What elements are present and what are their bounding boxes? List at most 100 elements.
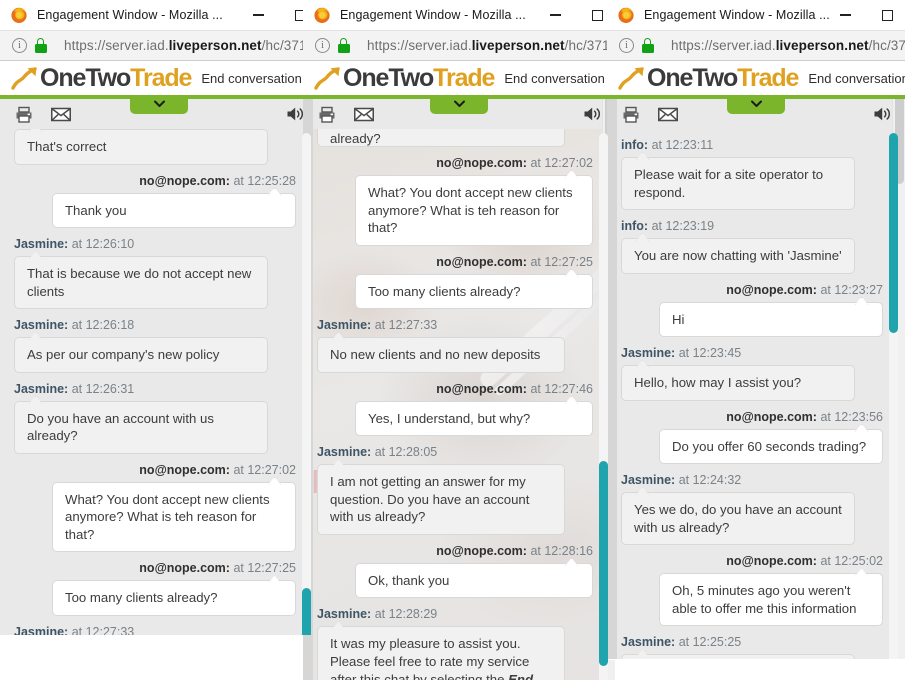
collapse-header-tab[interactable] [727, 99, 785, 114]
browser-window-right[interactable]: Engagement Window - Mozilla ... i https:… [607, 0, 905, 660]
chat-transcript-scroll[interactable]: info: at 12:23:11 Please wait for a site … [607, 129, 905, 659]
message-sender: no@nope.com: [436, 543, 527, 558]
liveperson-chat-app: OneTwoTrade End conversation [607, 61, 905, 659]
print-icon[interactable] [621, 104, 641, 124]
maximize-button[interactable] [877, 0, 897, 30]
sound-icon[interactable] [583, 104, 603, 124]
message-sender: Jasmine: [621, 635, 676, 650]
message-sender: Jasmine: [317, 445, 372, 460]
message-meta: no@nope.com: at 12:28:16 [317, 544, 593, 559]
site-identity[interactable]: i [309, 38, 358, 53]
url-input[interactable]: https://server.iad.liveperson.net/hc/371… [64, 38, 314, 53]
chat-bubble-visitor: Thank you [52, 192, 296, 229]
message-sender: Jasmine: [14, 318, 69, 333]
screenshot-root: Engagement Window - Mozilla ... i https:… [0, 0, 905, 681]
window-controls[interactable] [545, 0, 607, 30]
email-icon[interactable] [658, 104, 678, 124]
message-time: at 12:25:02 [820, 554, 883, 569]
end-conversation-button[interactable]: End conversation [504, 71, 604, 86]
minimize-button[interactable] [248, 0, 268, 30]
message-sender: no@nope.com: [436, 381, 527, 396]
browser-url-bar[interactable]: i https://server.iad.liveperson.net/hc/3… [0, 30, 318, 61]
message-meta: no@nope.com: at 12:23:56 [621, 410, 883, 425]
print-icon[interactable] [317, 104, 337, 124]
page-info-icon[interactable]: i [315, 38, 330, 53]
browser-window-left[interactable]: Engagement Window - Mozilla ... i https:… [0, 0, 318, 636]
url-prefix: https://server.iad. [671, 38, 776, 53]
message-meta: Jasmine: at 12:28:29 [317, 607, 593, 622]
minimize-button[interactable] [545, 0, 565, 30]
chat-scrollbar-track[interactable] [599, 133, 608, 680]
message-meta: Jasmine: at 12:26:18 [14, 318, 296, 333]
chat-scrollbar-thumb[interactable] [302, 588, 311, 635]
message-time: at 12:23:11 [651, 138, 714, 152]
window-titlebar[interactable]: Engagement Window - Mozilla ... [0, 0, 318, 30]
liveperson-chat-app: OneTwoTrade End conversation [0, 61, 318, 635]
url-input[interactable]: https://server.iad.liveperson.net/hc/371… [671, 38, 905, 53]
site-identity[interactable]: i [6, 38, 55, 53]
message-meta: info: at 12:23:11 [621, 138, 883, 153]
message-meta: no@nope.com: at 12:27:02 [14, 463, 296, 478]
end-conversation-button[interactable]: End conversation [201, 71, 301, 86]
message-sender: Jasmine: [621, 473, 676, 488]
message-time: at 12:26:10 [71, 237, 135, 252]
chat-scrollbar-thumb[interactable] [889, 133, 898, 333]
message-sender: no@nope.com: [139, 561, 230, 576]
end-conversation-button[interactable]: End conversation [808, 71, 905, 86]
brand-name: OneTwoTrade [343, 65, 495, 91]
message-sender: Jasmine: [317, 607, 372, 622]
message-time: at 12:25:25 [678, 635, 742, 650]
window-controls[interactable] [835, 0, 897, 30]
email-icon[interactable] [354, 104, 374, 124]
chat-message-list: That's correct no@nope.com: at 12:25:28 Th… [14, 129, 296, 635]
chat-message-list: already? no@nope.com: at 12:27:02 What? Yo… [317, 129, 593, 680]
chat-bubble-visitor: Too many clients already? [52, 580, 296, 617]
minimize-button[interactable] [835, 0, 855, 30]
print-icon[interactable] [14, 104, 34, 124]
chat-scrollbar-thumb[interactable] [599, 461, 608, 666]
brand-name-part2: Trade [130, 63, 192, 92]
message-time: at 12:26:18 [71, 318, 135, 333]
browser-url-bar[interactable]: i https://server.iad.liveperson.net/hc/3… [607, 30, 905, 61]
message-sender: Jasmine: [317, 318, 372, 333]
chat-brand-header: OneTwoTrade End conversation [607, 61, 905, 99]
toolbar-left-group [621, 104, 678, 124]
url-domain: liveperson.net [471, 38, 565, 53]
message-meta: Jasmine: at 12:28:05 [317, 445, 593, 460]
browser-url-bar[interactable]: i https://server.iad.liveperson.net/hc/3… [303, 30, 615, 61]
chat-brand-header: OneTwoTrade End conversation [0, 61, 318, 99]
collapse-header-tab[interactable] [430, 99, 488, 114]
toolbar-left-group [14, 104, 71, 124]
toolbar-right-group [873, 104, 893, 124]
window-title: Engagement Window - Mozilla ... [644, 8, 830, 22]
message-time: at 12:27:02 [233, 462, 296, 477]
brand-logo: OneTwoTrade [10, 63, 192, 92]
message-sender: Jasmine: [621, 346, 676, 361]
maximize-button[interactable] [587, 0, 607, 30]
browser-window-middle[interactable]: Engagement Window - Mozilla ... i https:… [303, 0, 615, 681]
firefox-logo-icon [10, 6, 28, 24]
window-controls[interactable] [248, 0, 310, 30]
page-info-icon[interactable]: i [12, 38, 27, 53]
chat-scrollbar-track[interactable] [302, 133, 311, 635]
chat-scrollbar-track[interactable] [889, 133, 898, 659]
url-input[interactable]: https://server.iad.liveperson.net/hc/371… [367, 38, 615, 53]
chat-transcript-scroll[interactable]: That's correct no@nope.com: at 12:25:28 Th… [0, 129, 318, 635]
email-icon[interactable] [51, 104, 71, 124]
site-identity[interactable]: i [613, 38, 662, 53]
chat-transcript-scroll[interactable]: already? no@nope.com: at 12:27:02 What? Yo… [303, 129, 615, 680]
message-sender: no@nope.com: [436, 156, 527, 170]
message-meta: no@nope.com: at 12:23:27 [621, 283, 883, 298]
message-time: at 12:28:29 [374, 607, 438, 622]
sound-icon[interactable] [873, 104, 893, 124]
brand-name-part1: OneTwo [40, 63, 131, 92]
window-titlebar[interactable]: Engagement Window - Mozilla ... [607, 0, 905, 30]
lock-icon [337, 38, 350, 53]
window-titlebar[interactable]: Engagement Window - Mozilla ... [303, 0, 615, 30]
collapse-header-tab[interactable] [130, 99, 188, 114]
message-meta: no@nope.com: at 12:27:46 [317, 382, 593, 397]
page-info-icon[interactable]: i [619, 38, 634, 53]
message-meta: Jasmine: at 12:26:10 [14, 237, 296, 252]
liveperson-chat-app: OneTwoTrade End conversation [303, 61, 615, 680]
message-sender: info: [621, 138, 649, 152]
